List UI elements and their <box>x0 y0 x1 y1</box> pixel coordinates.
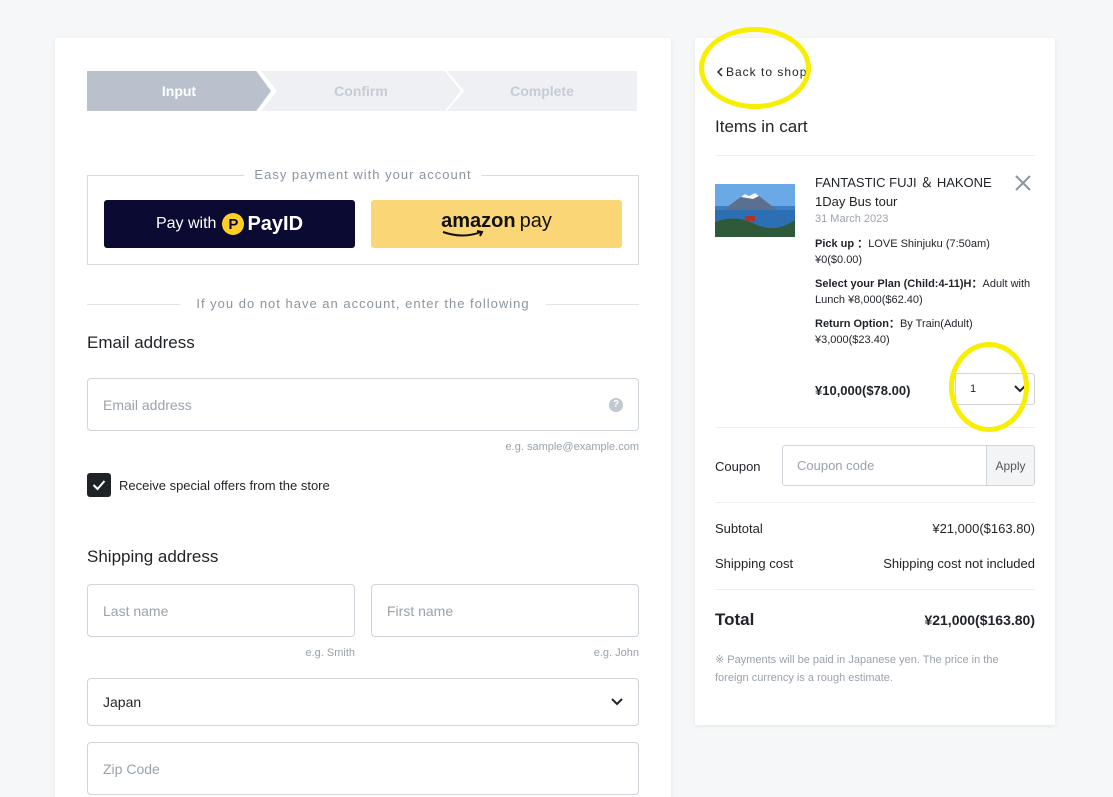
subtotal-value: ¥21,000($163.80) <box>932 521 1035 536</box>
amazon-logo-wrap: amazon pay <box>441 210 552 238</box>
cart-divider <box>715 502 1035 503</box>
back-to-shop-link[interactable]: Back to shop <box>717 65 807 79</box>
shipping-cost-label: Shipping cost <box>715 556 794 571</box>
zip-input[interactable] <box>103 760 623 777</box>
option-label: Pick up ： <box>815 238 869 250</box>
payid-button[interactable]: Pay with P PayID <box>104 200 355 248</box>
first-name-hint: e.g. John <box>593 647 639 659</box>
item-option-return: Return Option：By Train(Adult) ¥3,000($23… <box>815 316 1035 348</box>
payid-logo-icon: P <box>222 213 245 235</box>
country-value: Japan <box>103 694 142 710</box>
amazon-suffix: pay <box>519 210 552 232</box>
item-date: 31 March 2023 <box>815 213 889 225</box>
item-name: FANTASTIC FUJI ＆ HAKONE 1Day Bus tour <box>815 175 992 209</box>
quantity-select[interactable]: 1 <box>955 373 1035 405</box>
option-price: ¥0($0.00) <box>815 254 863 266</box>
country-select[interactable]: Japan <box>87 678 639 726</box>
apply-coupon-button[interactable]: Apply <box>986 445 1035 486</box>
checkout-stepper: Input Confirm Complete <box>87 71 639 111</box>
easy-payment-box: Easy payment with your account Pay with … <box>87 167 639 265</box>
payid-brand: PayID <box>247 212 304 235</box>
option-label: Select your Plan (Child:4-11)H： <box>815 278 983 290</box>
amazon-pay-button[interactable]: amazon pay <box>371 200 622 248</box>
item-option-plan: Select your Plan (Child:4-11)H：Adult wit… <box>815 276 1035 308</box>
cart-divider <box>715 155 1035 156</box>
chevron-left-icon <box>717 67 723 77</box>
option-value: LOVE Shinjuku (7:50am) <box>868 238 990 250</box>
mount-fuji-image <box>715 184 795 237</box>
email-hint: e.g. sample@example.com <box>505 441 639 453</box>
option-price: ¥8,000($62.40) <box>848 294 923 306</box>
step-input: Input <box>87 71 271 111</box>
item-option-pickup: Pick up ：LOVE Shinjuku (7:50am) ¥0($0.00… <box>815 236 1035 268</box>
back-to-shop-label: Back to shop <box>726 65 808 79</box>
item-thumbnail <box>715 184 795 237</box>
offers-label: Receive special offers from the store <box>119 478 330 493</box>
divider-text: If you do not have an account, enter the… <box>180 296 546 311</box>
coupon-input[interactable] <box>797 458 972 473</box>
item-price: ¥10,000($78.00) <box>815 383 911 398</box>
total-value: ¥21,000($163.80) <box>924 612 1035 628</box>
total-label: Total <box>715 610 755 629</box>
cart-title: Items in cart <box>715 117 808 136</box>
last-name-hint: e.g. Smith <box>305 647 355 659</box>
chevron-down-icon <box>1014 385 1026 393</box>
cart-panel: Back to shop Items in cart FANTASTIC FUJ… <box>695 38 1055 725</box>
amazon-brand: amazon <box>441 210 516 232</box>
first-name-field[interactable] <box>371 584 639 637</box>
last-name-input[interactable] <box>103 602 339 619</box>
step-complete: Complete <box>447 71 637 111</box>
chevron-down-icon <box>611 698 623 706</box>
easy-payment-title: Easy payment with your account <box>244 167 482 182</box>
amazon-smile-icon <box>442 230 484 237</box>
shipping-section-title: Shipping address <box>87 547 219 566</box>
quantity-value: 1 <box>970 383 977 395</box>
payid-prefix: Pay with <box>155 215 217 232</box>
cart-divider <box>715 427 1035 428</box>
checkout-form-panel: Input Confirm Complete Easy payment with… <box>55 38 671 797</box>
email-section-title: Email address <box>87 333 195 352</box>
checkmark-icon <box>92 480 106 491</box>
remove-item-icon[interactable] <box>1014 174 1032 192</box>
option-value: By Train(Adult) <box>899 318 973 330</box>
option-price: ¥3,000($23.40) <box>815 334 890 346</box>
help-icon[interactable]: ? <box>609 397 623 412</box>
email-field[interactable]: ? <box>87 378 639 431</box>
first-name-input[interactable] <box>387 602 623 619</box>
zip-field[interactable] <box>87 742 639 795</box>
step-confirm: Confirm <box>261 71 461 111</box>
subtotal-label: Subtotal <box>715 521 763 536</box>
currency-note: ※ Payments will be paid in Japanese yen.… <box>715 654 999 684</box>
coupon-field[interactable] <box>782 445 987 486</box>
email-input[interactable] <box>103 396 609 413</box>
option-label: Return Option： <box>815 318 900 330</box>
cart-divider <box>715 589 1035 590</box>
shipping-cost-value: Shipping cost not included <box>883 556 1035 571</box>
coupon-label: Coupon <box>715 459 761 474</box>
last-name-field[interactable] <box>87 584 355 637</box>
offers-checkbox[interactable] <box>87 473 111 497</box>
